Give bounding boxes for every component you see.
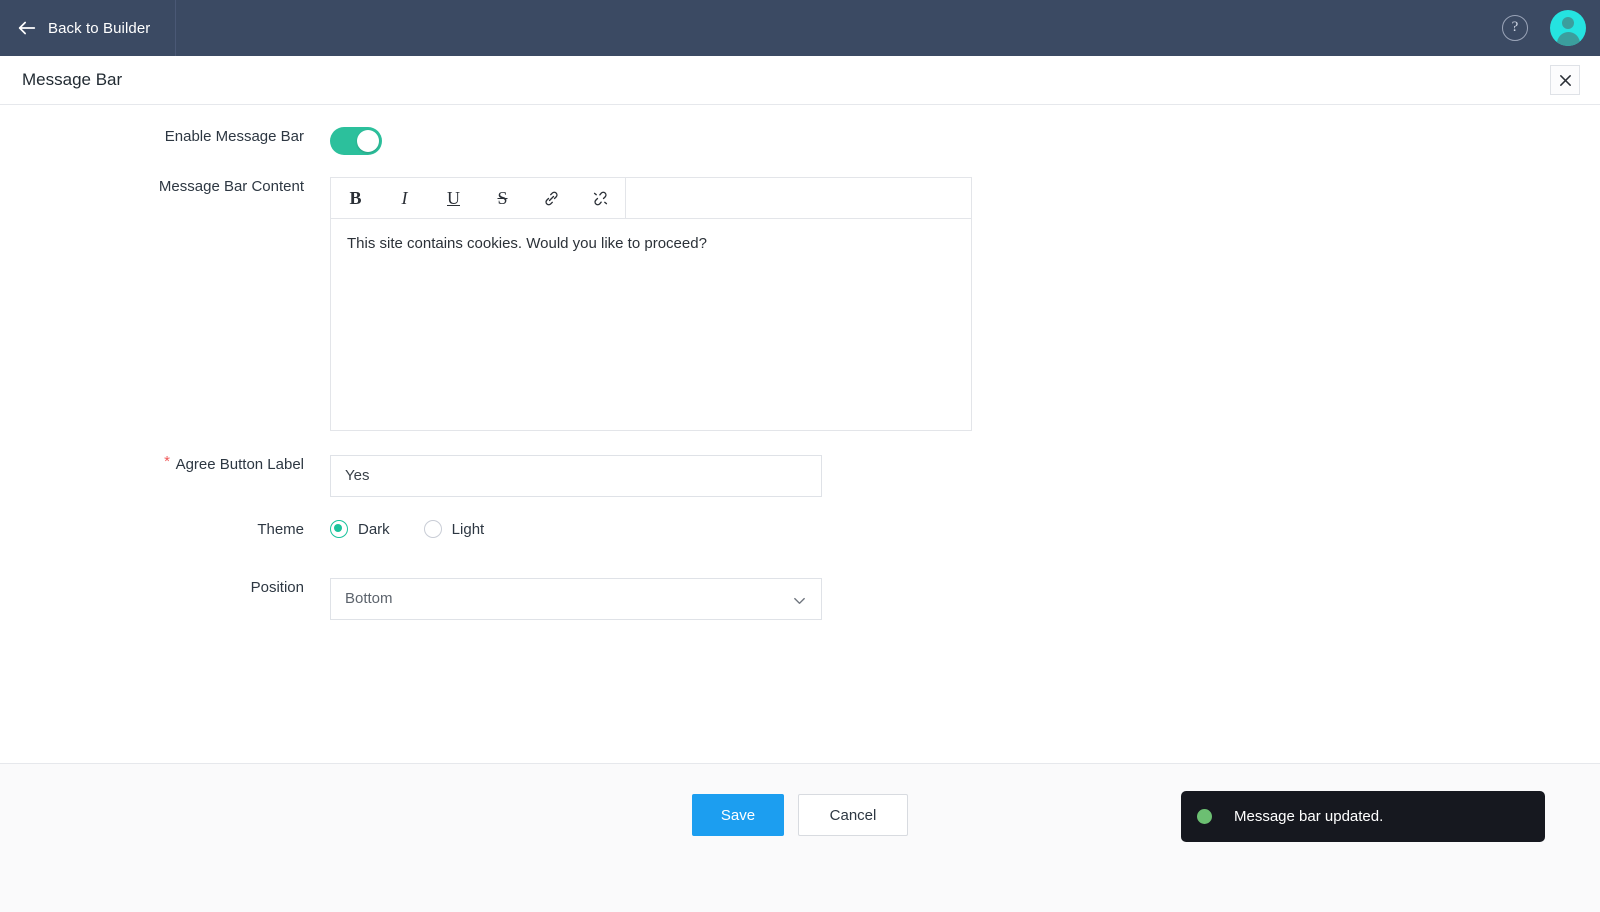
editor-toolbar: B I U S — [331, 178, 971, 219]
close-button[interactable] — [1550, 65, 1580, 95]
theme-option-dark-label: Dark — [358, 520, 390, 538]
theme-label: Theme — [257, 521, 304, 538]
help-icon[interactable]: ? — [1502, 15, 1528, 41]
theme-row: Theme Dark Light — [0, 520, 484, 540]
message-bar-content-input[interactable]: This site contains cookies. Would you li… — [331, 219, 971, 430]
back-to-builder-button[interactable]: Back to Builder — [0, 0, 176, 56]
position-selected-value: Bottom — [345, 590, 393, 607]
agree-button-label-row: * Agree Button Label Yes — [0, 453, 822, 497]
toast-message: Message bar updated. — [1234, 808, 1384, 825]
avatar-body-shape — [1556, 32, 1580, 46]
theme-option-light-label: Light — [451, 520, 485, 538]
back-to-builder-label: Back to Builder — [48, 19, 151, 37]
radio-light-icon — [423, 520, 442, 538]
unlink-icon — [593, 191, 608, 205]
chevron-down-icon — [794, 597, 805, 605]
avatar[interactable] — [1550, 10, 1586, 46]
message-bar-content-label: Message Bar Content — [158, 178, 304, 195]
italic-button[interactable]: I — [380, 178, 429, 218]
unlink-button[interactable] — [576, 178, 625, 218]
page-title: Message Bar — [22, 70, 123, 89]
status-dot-icon — [1197, 809, 1212, 824]
agree-button-label-input[interactable]: Yes — [330, 455, 822, 497]
message-bar-settings-page: Back to Builder ? Message Bar Enable Mes… — [0, 0, 1600, 912]
message-bar-content-row: Message Bar Content B I U S This site co… — [0, 177, 972, 431]
position-label: Position — [250, 579, 304, 596]
theme-radio-group: Dark Light — [330, 520, 484, 538]
cancel-button[interactable]: Cancel — [798, 794, 908, 836]
theme-option-light[interactable]: Light — [423, 520, 485, 538]
agree-button-label-label: * Agree Button Label — [0, 453, 330, 475]
enable-message-bar-row: Enable Message Bar — [0, 127, 382, 155]
position-row: Position Bottom — [0, 578, 822, 620]
page-title-bar: Message Bar — [0, 56, 1600, 105]
position-select[interactable]: Bottom — [330, 578, 822, 620]
underline-button[interactable]: U — [429, 178, 478, 218]
strikethrough-button[interactable]: S — [478, 178, 527, 218]
toolbar-divider — [625, 178, 626, 218]
rich-text-editor: B I U S This site contains cookies. Woul… — [330, 177, 972, 431]
radio-dark-icon — [330, 520, 348, 538]
link-button[interactable] — [527, 178, 576, 218]
avatar-head-shape — [1562, 17, 1574, 29]
theme-option-dark[interactable]: Dark — [330, 520, 390, 538]
link-icon — [545, 191, 558, 205]
required-asterisk: * — [164, 453, 170, 470]
save-button[interactable]: Save — [692, 794, 784, 836]
top-nav-right-actions: ? — [1502, 10, 1600, 46]
agree-button-label-text: Agree Button Label — [175, 456, 304, 473]
top-navigation-bar: Back to Builder ? — [0, 0, 1600, 56]
close-icon — [1559, 74, 1571, 86]
settings-form: Enable Message Bar Message Bar Content B… — [0, 105, 1600, 763]
enable-message-bar-toggle[interactable] — [330, 127, 382, 155]
toast-notification: Message bar updated. — [1181, 791, 1545, 842]
bold-button[interactable]: B — [331, 178, 380, 218]
enable-message-bar-label: Enable Message Bar — [164, 128, 304, 145]
arrow-left-icon — [18, 21, 36, 35]
toggle-knob — [357, 130, 379, 152]
